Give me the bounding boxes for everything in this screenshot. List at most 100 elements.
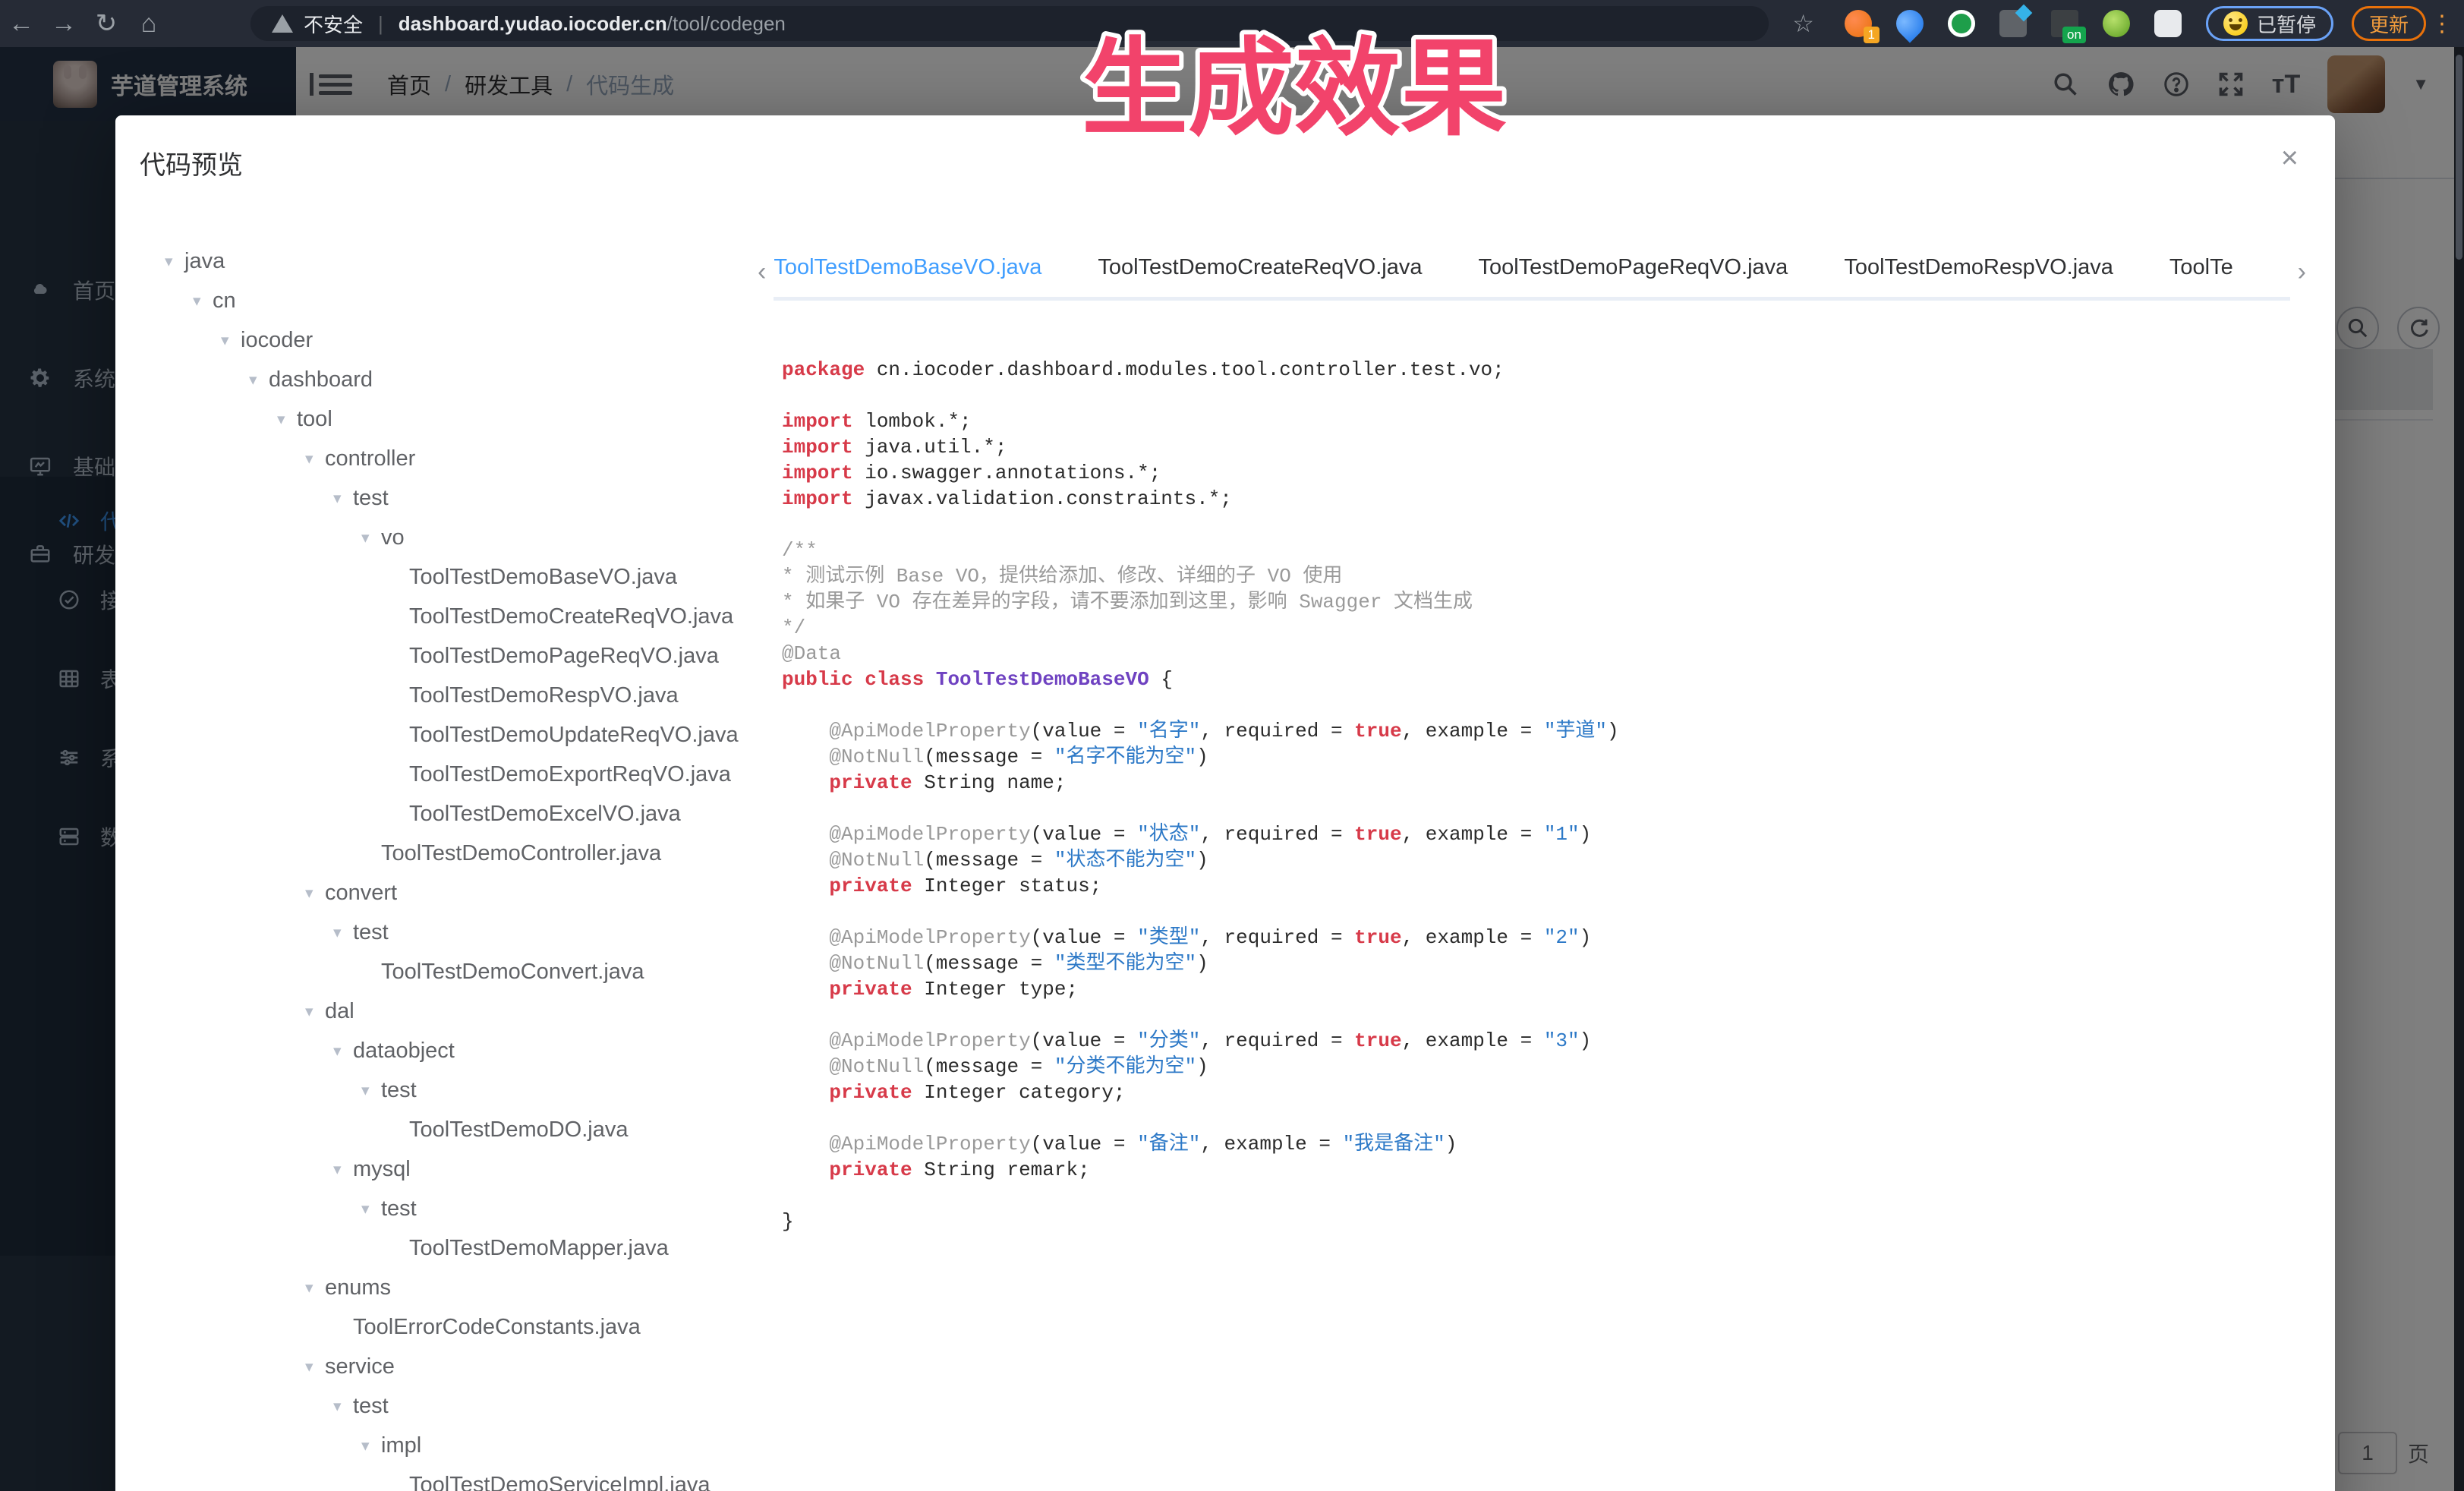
tree-node-label: vo	[381, 525, 405, 550]
code-line: @NotNull(message = "类型不能为空")	[782, 950, 2300, 976]
tree-caret-icon[interactable]: ▾	[333, 1042, 353, 1061]
tree-file[interactable]: ToolTestDemoExcelVO.java	[115, 794, 761, 834]
tree-file[interactable]: ToolTestDemoUpdateReqVO.java	[115, 715, 761, 755]
extension-icon-green-circle[interactable]	[1948, 10, 1975, 37]
tabs-chevron-left-icon[interactable]: ‹	[758, 257, 774, 301]
tree-file[interactable]: ToolTestDemoMapper.java	[115, 1228, 761, 1268]
tree-caret-icon[interactable]: ▾	[333, 489, 353, 508]
tree-folder[interactable]: ▾dashboard	[115, 360, 761, 399]
tree-file[interactable]: ToolTestDemoExportReqVO.java	[115, 755, 761, 794]
tree-caret-icon[interactable]: ▾	[361, 1081, 381, 1100]
tree-folder[interactable]: ▾test	[115, 1189, 761, 1228]
tree-node-label: dal	[325, 999, 354, 1024]
tree-folder[interactable]: ▾impl	[115, 1426, 761, 1465]
tree-caret-icon[interactable]: ▾	[305, 1278, 325, 1297]
code-line	[782, 692, 2300, 718]
tree-node-label: ToolTestDemoDO.java	[409, 1117, 629, 1143]
tree-caret-icon[interactable]: ▾	[249, 370, 269, 389]
tree-folder[interactable]: ▾vo	[115, 518, 761, 557]
tree-caret-icon[interactable]: ▾	[361, 528, 381, 547]
tree-node-label: ToolTestDemoController.java	[381, 841, 661, 866]
tree-caret-icon[interactable]: ▾	[165, 252, 184, 271]
tab-file-2[interactable]: ToolTestDemoCreateReqVO.java	[1098, 255, 1422, 301]
tabs-chevron-right-icon[interactable]: ›	[2290, 257, 2306, 301]
tree-folder[interactable]: ▾test	[115, 1070, 761, 1110]
address-bar[interactable]: 不安全 | dashboard.yudao.iocoder.cn /tool/c…	[250, 6, 1769, 41]
bookmark-star-icon[interactable]: ☆	[1792, 9, 1814, 38]
tree-folder[interactable]: ▾test	[115, 913, 761, 952]
tree-node-label: service	[325, 1354, 395, 1379]
browser-chrome: ← → ↻ ⌂ 不安全 | dashboard.yudao.iocoder.cn…	[0, 0, 2464, 47]
tab-file-3[interactable]: ToolTestDemoPageReqVO.java	[1478, 255, 1788, 301]
tree-folder[interactable]: ▾convert	[115, 873, 761, 913]
tree-node-label: ToolTestDemoExcelVO.java	[409, 802, 681, 827]
extension-icon-orange[interactable]: 1	[1845, 10, 1872, 37]
extension-icon-drop[interactable]	[1891, 5, 1930, 43]
tree-node-label: ToolTestDemoBaseVO.java	[409, 565, 677, 590]
code-line	[782, 1002, 2300, 1028]
profile-paused-chip[interactable]: 已暂停	[2206, 6, 2333, 41]
tree-folder[interactable]: ▾service	[115, 1347, 761, 1386]
tree-file[interactable]: ToolTestDemoServiceImpl.java	[115, 1465, 761, 1491]
tree-file[interactable]: ToolErrorCodeConstants.java	[115, 1307, 761, 1347]
browser-home-icon[interactable]: ⌂	[128, 9, 170, 39]
tree-folder[interactable]: ▾enums	[115, 1268, 761, 1307]
browser-update-button[interactable]: 更新	[2352, 6, 2426, 41]
tree-node-label: ToolTestDemoUpdateReqVO.java	[409, 723, 739, 748]
tree-folder[interactable]: ▾java	[115, 241, 761, 281]
tree-caret-icon[interactable]: ▾	[305, 449, 325, 468]
tree-folder[interactable]: ▾iocoder	[115, 320, 761, 360]
tree-node-label: ToolTestDemoPageReqVO.java	[409, 644, 719, 669]
browser-back-icon[interactable]: ←	[0, 9, 43, 39]
tree-file[interactable]: ToolTestDemoController.java	[115, 834, 761, 873]
browser-reload-icon[interactable]: ↻	[85, 8, 128, 39]
code-viewer[interactable]: package cn.iocoder.dashboard.modules.too…	[782, 357, 2300, 1234]
tree-node-label: test	[353, 486, 389, 511]
browser-scrollbar[interactable]	[2454, 47, 2464, 1491]
tree-caret-icon[interactable]: ▾	[361, 1199, 381, 1218]
tree-caret-icon[interactable]: ▾	[221, 331, 241, 350]
code-line: @ApiModelProperty(value = "状态", required…	[782, 821, 2300, 847]
tree-caret-icon[interactable]: ▾	[333, 1397, 353, 1416]
extension-icon-sprout[interactable]	[2103, 10, 2130, 37]
tab-file-5[interactable]: ToolTe	[2169, 255, 2233, 301]
tree-folder[interactable]: ▾dataobject	[115, 1031, 761, 1070]
tree-folder[interactable]: ▾test	[115, 1386, 761, 1426]
tree-folder[interactable]: ▾test	[115, 478, 761, 518]
tree-caret-icon[interactable]: ▾	[305, 1357, 325, 1376]
browser-scrollbar-thumb[interactable]	[2456, 55, 2462, 260]
tree-caret-icon[interactable]: ▾	[277, 410, 297, 429]
code-line: import javax.validation.constraints.*;	[782, 486, 2300, 512]
browser-menu-kebab-icon[interactable]: ⋮	[2431, 11, 2453, 37]
tab-file-1[interactable]: ToolTestDemoBaseVO.java	[774, 255, 1041, 301]
extension-icon-recorder[interactable]: on	[2051, 10, 2078, 37]
code-preview-modal: 代码预览 × ▾java▾cn▾iocoder▾dashboard▾tool▾c…	[115, 115, 2335, 1491]
close-icon[interactable]: ×	[2281, 143, 2299, 173]
tree-caret-icon[interactable]: ▾	[305, 1002, 325, 1021]
tree-file[interactable]: ToolTestDemoCreateReqVO.java	[115, 597, 761, 636]
code-line	[782, 796, 2300, 821]
code-line	[782, 1105, 2300, 1131]
code-line: private Integer status;	[782, 873, 2300, 899]
tree-folder[interactable]: ▾tool	[115, 399, 761, 439]
extensions-puzzle-icon[interactable]	[2154, 10, 2182, 37]
tree-caret-icon[interactable]: ▾	[305, 884, 325, 903]
tree-file[interactable]: ToolTestDemoConvert.java	[115, 952, 761, 991]
tree-file[interactable]: ToolTestDemoBaseVO.java	[115, 557, 761, 597]
browser-forward-icon[interactable]: →	[43, 9, 85, 39]
tree-folder[interactable]: ▾mysql	[115, 1149, 761, 1189]
tree-folder[interactable]: ▾cn	[115, 281, 761, 320]
tree-caret-icon[interactable]: ▾	[333, 1160, 353, 1179]
extension-icon-grid[interactable]	[1999, 10, 2027, 37]
code-line	[782, 383, 2300, 408]
tree-caret-icon[interactable]: ▾	[333, 923, 353, 942]
tree-file[interactable]: ToolTestDemoDO.java	[115, 1110, 761, 1149]
tree-folder[interactable]: ▾dal	[115, 991, 761, 1031]
tree-caret-icon[interactable]: ▾	[361, 1436, 381, 1455]
tree-file[interactable]: ToolTestDemoPageReqVO.java	[115, 636, 761, 676]
tree-caret-icon[interactable]: ▾	[193, 292, 213, 310]
tree-file[interactable]: ToolTestDemoRespVO.java	[115, 676, 761, 715]
tab-file-4[interactable]: ToolTestDemoRespVO.java	[1844, 255, 2113, 301]
tree-folder[interactable]: ▾controller	[115, 439, 761, 478]
code-line	[782, 1183, 2300, 1209]
